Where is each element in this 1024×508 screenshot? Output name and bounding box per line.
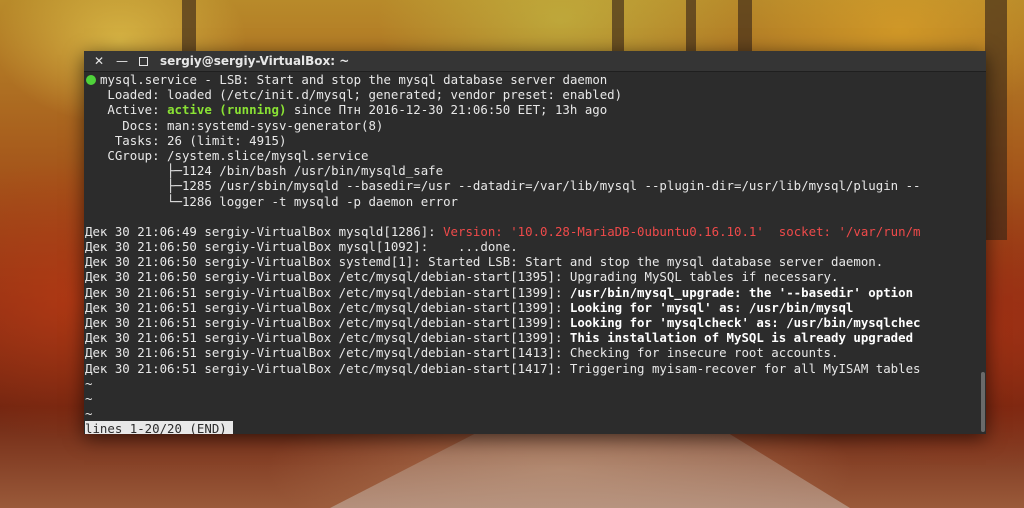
log-line: Дек 30 21:06:50 sergiy-VirtualBox system…	[85, 254, 981, 269]
scrollbar[interactable]	[980, 72, 986, 434]
log-line: Дек 30 21:06:51 sergiy-VirtualBox /etc/m…	[85, 300, 981, 315]
tilde-line: ~	[85, 406, 93, 422]
active-line: Active: active (running) since Птн 2016-…	[85, 102, 981, 117]
log-prefix: Дек 30 21:06:51 sergiy-VirtualBox /etc/m…	[85, 299, 570, 315]
log-prefix: Дек 30 21:06:51 sergiy-VirtualBox /etc/m…	[85, 330, 570, 346]
log-line: Дек 30 21:06:51 sergiy-VirtualBox /etc/m…	[85, 345, 981, 360]
log-message: ...done.	[435, 239, 518, 255]
active-label: Active:	[85, 102, 168, 118]
wallpaper-tree-trunk	[738, 0, 752, 52]
pager-status: lines 1-20/20 (END)	[85, 421, 233, 434]
log-line: Дек 30 21:06:51 sergiy-VirtualBox /etc/m…	[85, 361, 981, 376]
active-state: active (running)	[167, 102, 287, 118]
log-prefix: Дек 30 21:06:51 sergiy-VirtualBox /etc/m…	[85, 360, 570, 376]
cgroup-line: CGroup: /system.slice/mysql.service	[85, 147, 369, 163]
log-line: Дек 30 21:06:51 sergiy-VirtualBox /etc/m…	[85, 285, 981, 300]
minimize-icon[interactable]: —	[114, 53, 130, 69]
terminal-output[interactable]: mysql.service - LSB: Start and stop the …	[84, 72, 981, 434]
log-message: /usr/bin/mysql_upgrade: the '--basedir' …	[569, 284, 914, 300]
log-message: Started LSB: Start and stop the mysql da…	[428, 254, 884, 270]
log-message: Version: '10.0.28-MariaDB-0ubuntu0.16.10…	[443, 223, 921, 239]
log-line: Дек 30 21:06:49 sergiy-VirtualBox mysqld…	[85, 224, 981, 239]
close-icon[interactable]: ✕	[91, 53, 107, 69]
service-title: mysql.service - LSB: Start and stop the …	[100, 72, 608, 87]
log-message: This installation of MySQL is already up…	[569, 330, 914, 346]
log-message: Upgrading MySQL tables if necessary.	[569, 269, 839, 285]
cgroup-process: ├─1124 /bin/bash /usr/bin/mysqld_safe	[85, 163, 444, 179]
wallpaper-tree-trunk	[686, 0, 696, 52]
log-line: Дек 30 21:06:50 sergiy-VirtualBox mysql[…	[85, 239, 981, 254]
docs-line: Docs: man:systemd-sysv-generator(8)	[85, 117, 384, 133]
loaded-line: Loaded: loaded (/etc/init.d/mysql; gener…	[85, 87, 623, 103]
terminal-window[interactable]: ✕ — sergiy@sergiy-VirtualBox: ~ mysql.se…	[84, 51, 986, 434]
wallpaper-tree-trunk	[985, 0, 1007, 240]
service-line: mysql.service - LSB: Start and stop the …	[85, 72, 981, 87]
window-title: sergiy@sergiy-VirtualBox: ~	[160, 54, 350, 68]
log-prefix: Дек 30 21:06:51 sergiy-VirtualBox /etc/m…	[85, 345, 570, 361]
tilde-line: ~	[85, 390, 93, 406]
log-message: Looking for 'mysql' as: /usr/bin/mysql	[569, 299, 854, 315]
log-prefix: Дек 30 21:06:51 sergiy-VirtualBox /etc/m…	[85, 284, 570, 300]
tasks-line: Tasks: 26 (limit: 4915)	[85, 132, 287, 148]
log-prefix: Дек 30 21:06:50 sergiy-VirtualBox mysql[…	[85, 239, 436, 255]
scrollbar-thumb[interactable]	[981, 372, 985, 432]
log-message: Checking for insecure root accounts.	[569, 345, 839, 361]
wallpaper-tree-trunk	[182, 0, 196, 55]
active-since: since Птн 2016-12-30 21:06:50 EET; 13h a…	[286, 102, 608, 118]
status-dot-icon	[86, 75, 96, 85]
log-line: Дек 30 21:06:50 sergiy-VirtualBox /etc/m…	[85, 269, 981, 284]
log-prefix: Дек 30 21:06:49 sergiy-VirtualBox mysqld…	[85, 223, 444, 239]
tilde-line: ~	[85, 375, 93, 391]
maximize-icon[interactable]	[135, 53, 151, 69]
log-message: Triggering myisam-recover for all MyISAM…	[569, 360, 921, 376]
pager-status-line: lines 1-20/20 (END)	[85, 421, 981, 434]
log-message: Looking for 'mysqlcheck' as: /usr/bin/my…	[569, 315, 921, 330]
wallpaper-path	[330, 428, 850, 508]
cgroup-process: ├─1285 /usr/sbin/mysqld --basedir=/usr -…	[85, 178, 921, 194]
log-prefix: Дек 30 21:06:50 sergiy-VirtualBox /etc/m…	[85, 269, 570, 285]
log-line: Дек 30 21:06:51 sergiy-VirtualBox /etc/m…	[85, 330, 981, 345]
log-prefix: Дек 30 21:06:51 sergiy-VirtualBox /etc/m…	[85, 315, 570, 330]
cgroup-process: └─1286 logger -t mysqld -p daemon error	[85, 193, 458, 209]
log-line: Дек 30 21:06:51 sergiy-VirtualBox /etc/m…	[85, 315, 981, 330]
wallpaper-tree-trunk	[612, 0, 624, 52]
titlebar[interactable]: ✕ — sergiy@sergiy-VirtualBox: ~	[84, 51, 986, 72]
log-prefix: Дек 30 21:06:50 sergiy-VirtualBox system…	[85, 254, 429, 270]
